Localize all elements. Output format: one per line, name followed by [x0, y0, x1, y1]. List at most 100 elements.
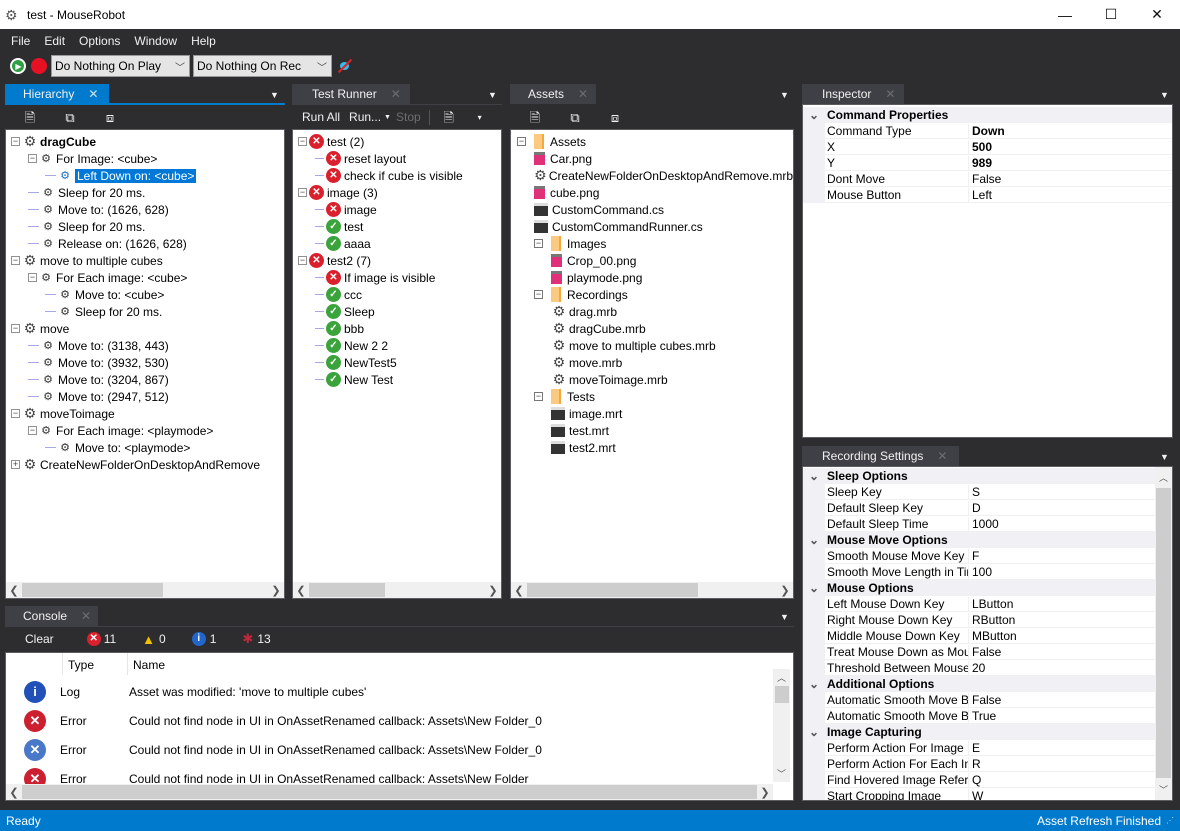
collapse-icon[interactable]: − [298, 137, 307, 146]
property-value[interactable]: D [969, 501, 981, 515]
collapse-icon[interactable]: − [11, 137, 20, 146]
scroll-down-icon[interactable]: ﹀ [1159, 783, 1168, 796]
expand-all-icon[interactable]: ⧉ [63, 110, 77, 125]
property-row[interactable]: Perform Action For Each ImageR [803, 755, 1155, 772]
property-row[interactable]: Find Hovered Image ReferenceQ [803, 771, 1155, 788]
test-node[interactable]: ✓ New Test [293, 371, 501, 388]
tree-node[interactable]: ⚙ Move to: (3932, 530) [6, 354, 284, 371]
scroll-up-icon[interactable]: ︿ [1159, 471, 1168, 484]
tree-node[interactable]: ⚙ Move to: <playmode> [6, 439, 284, 456]
property-row[interactable]: Automatic Smooth Move Before ClickFalse [803, 691, 1155, 708]
panel-menu-icon[interactable]: ▼ [780, 612, 789, 622]
asset-node[interactable]: ⚙ drag.mrb [511, 303, 793, 320]
panel-menu-icon[interactable]: ▼ [270, 90, 279, 100]
horizontal-scrollbar[interactable]: ❮ ❯ [6, 784, 773, 800]
asset-node[interactable]: test2.mrt [511, 439, 793, 456]
tree-node[interactable]: ⚙ Sleep for 20 ms. [6, 303, 284, 320]
property-category[interactable]: ⌄ Mouse Options [803, 579, 1155, 596]
asset-node[interactable]: − Images [511, 235, 793, 252]
scroll-up-icon[interactable]: ︿ [777, 671, 786, 684]
collapse-icon[interactable]: − [28, 426, 37, 435]
property-value[interactable]: RButton [969, 613, 1015, 627]
panel-menu-icon[interactable]: ▼ [780, 90, 789, 100]
column-header-type[interactable]: Type [68, 658, 94, 672]
test-node[interactable]: ✕ reset layout [293, 150, 501, 167]
test-node[interactable]: ✕ If image is visible [293, 269, 501, 286]
property-row[interactable]: Y 989 [803, 154, 1172, 171]
rec-mode-dropdown[interactable]: Do Nothing On Rec ﹀ [193, 55, 332, 77]
asset-node[interactable]: Car.png [511, 150, 793, 167]
collapse-icon[interactable]: − [517, 137, 526, 146]
test-node[interactable]: ✓ New 2 2 [293, 337, 501, 354]
property-value[interactable]: 500 [969, 140, 992, 154]
property-value[interactable]: False [969, 693, 1001, 707]
property-value[interactable]: R [969, 757, 981, 771]
asset-node[interactable]: playmode.png [511, 269, 793, 286]
chevron-down-icon[interactable]: ⌄ [803, 467, 825, 484]
property-row[interactable]: Perform Action For Image PositionE [803, 739, 1155, 756]
collapse-all-icon[interactable]: ⧈ [608, 110, 622, 125]
close-window-button[interactable]: ✕ [1134, 0, 1180, 29]
collapse-icon[interactable]: − [298, 256, 307, 265]
property-row[interactable]: Default Sleep Key D [803, 499, 1155, 516]
test-node[interactable]: ✓ aaaa [293, 235, 501, 252]
clear-button[interactable]: Clear [25, 632, 54, 646]
tree-node[interactable]: ⚙ Left Down on: <cube> [6, 167, 284, 184]
property-category[interactable]: ⌄ Mouse Move Options [803, 531, 1155, 548]
tree-node[interactable]: − ⚙ For Each image: <cube> [6, 269, 284, 286]
warning-filter-button[interactable]: ▲ 0 [142, 632, 166, 647]
asset-node[interactable]: − Tests [511, 388, 793, 405]
vertical-scrollbar[interactable]: ︿ ﹀ [773, 669, 790, 782]
property-value[interactable]: F [969, 549, 979, 563]
test-node[interactable]: − ✕ test (2) [293, 133, 501, 150]
asset-node[interactable]: cube.png [511, 184, 793, 201]
tab-hierarchy[interactable]: Hierarchy ✕ [5, 84, 109, 104]
property-value[interactable]: Q [969, 773, 981, 787]
asset-node[interactable]: − Assets [511, 133, 793, 150]
close-tab-icon[interactable]: ✕ [885, 87, 895, 101]
menu-window[interactable]: Window [127, 29, 184, 53]
scroll-left-icon[interactable]: ❮ [6, 786, 22, 799]
tree-node[interactable]: ⚙ Sleep for 20 ms. [6, 184, 284, 201]
test-node[interactable]: − ✕ image (3) [293, 184, 501, 201]
scroll-thumb[interactable] [774, 686, 789, 703]
property-value[interactable]: True [969, 709, 996, 723]
property-row[interactable]: X 500 [803, 138, 1172, 155]
horizontal-scrollbar[interactable]: ❮ ❯ [511, 582, 793, 598]
scroll-thumb[interactable] [21, 785, 758, 799]
property-category[interactable]: ⌄ Command Properties [803, 106, 1172, 123]
tab-inspector[interactable]: Inspector ✕ [802, 84, 904, 104]
property-value[interactable]: Down [969, 124, 1005, 138]
scroll-thumb[interactable] [1156, 488, 1171, 778]
collapse-all-icon[interactable]: ⧈ [103, 110, 117, 125]
test-node[interactable]: ✕ check if cube is visible [293, 167, 501, 184]
test-node[interactable]: ✓ Sleep [293, 303, 501, 320]
property-row[interactable]: Threshold Between Mouse Down20 [803, 659, 1155, 676]
info-filter-button[interactable]: i 1 [191, 632, 216, 646]
resize-grip-icon[interactable]: ⋰ [1166, 816, 1174, 825]
test-node[interactable]: ✓ bbb [293, 320, 501, 337]
property-category[interactable]: ⌄ Additional Options [803, 675, 1155, 692]
property-value[interactable]: W [969, 789, 983, 801]
collapse-icon[interactable]: − [11, 409, 20, 418]
scroll-thumb[interactable] [527, 583, 698, 597]
console-log-row[interactable]: ✕ Error Could not find node in UI in OnAss… [6, 735, 773, 764]
scroll-left-icon[interactable]: ❮ [293, 584, 309, 597]
property-value[interactable]: 1000 [969, 517, 999, 531]
scroll-right-icon[interactable]: ❯ [777, 584, 793, 597]
asset-node[interactable]: image.mrt [511, 405, 793, 422]
collapse-icon[interactable]: − [28, 154, 37, 163]
property-row[interactable]: Automatic Smooth Move Before DownTrue [803, 707, 1155, 724]
asset-node[interactable]: test.mrt [511, 422, 793, 439]
chevron-down-icon[interactable]: ⌄ [803, 579, 825, 596]
tree-node[interactable]: − ⚙ moveToimage [6, 405, 284, 422]
property-row[interactable]: Default Sleep Time 1000 [803, 515, 1155, 532]
property-row[interactable]: Mouse Button Left [803, 186, 1172, 203]
collapse-icon[interactable]: − [534, 290, 543, 299]
maximize-button[interactable]: ☐ [1088, 0, 1134, 29]
tree-node[interactable]: − ⚙ For Image: <cube> [6, 150, 284, 167]
property-value[interactable]: E [969, 741, 980, 755]
tab-recording-settings[interactable]: Recording Settings ✕ [802, 446, 959, 466]
horizontal-scrollbar[interactable]: ❮ ❯ [6, 582, 284, 598]
property-category[interactable]: ⌄ Sleep Options [803, 467, 1155, 484]
